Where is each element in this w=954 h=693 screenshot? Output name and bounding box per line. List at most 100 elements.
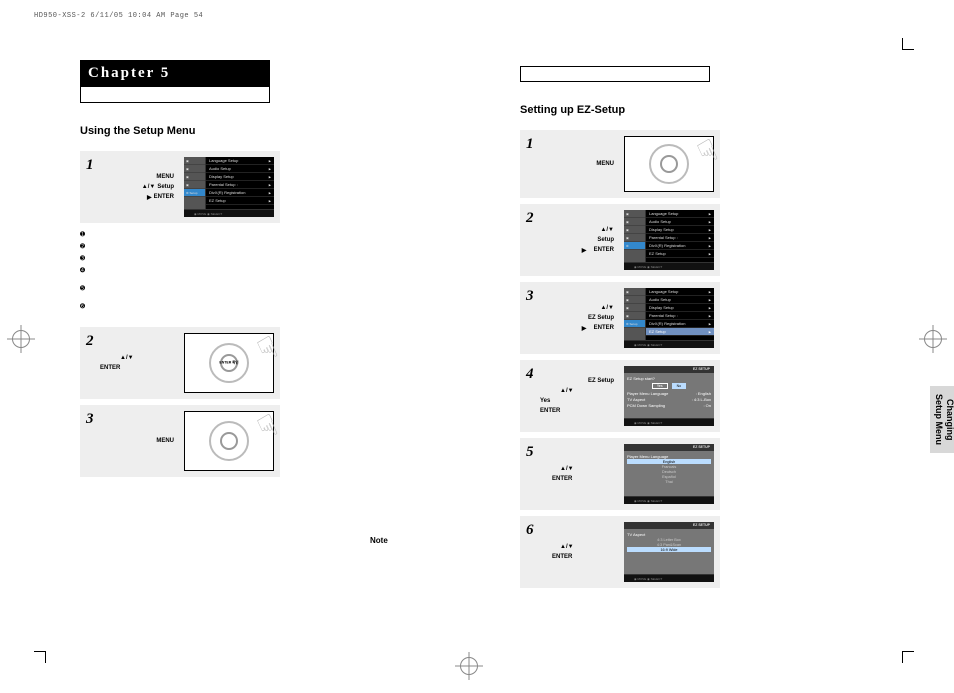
menu-footer: ◉ MOVE ◉ SELECT bbox=[624, 262, 714, 270]
hint: EZ Setup bbox=[540, 315, 620, 321]
side-tab: Changing Setup Menu bbox=[930, 386, 954, 453]
crop-mark bbox=[34, 651, 46, 663]
step-number: 2 bbox=[80, 327, 96, 399]
hint-arrows: ▲/▼ bbox=[100, 355, 180, 361]
panel-title: EZ SETUP bbox=[624, 444, 714, 451]
enter-button-icon: ENTER 확인 bbox=[219, 361, 238, 366]
hint: ▲/▼ bbox=[540, 466, 620, 472]
step-number: 1 bbox=[80, 151, 96, 223]
left-step-2: 2 ▲/▼ ENTER ☟ ENTER 확인 bbox=[80, 327, 280, 399]
hint: Yes bbox=[540, 398, 620, 404]
menu-screenshot: ▣ ▣ ▣ ▣ ⚙ Language Setup▶ Audio Setup▶ D… bbox=[624, 210, 714, 270]
step-number: 6 bbox=[520, 516, 536, 588]
menu-item: Display Setup▶ bbox=[646, 304, 714, 312]
menu-item: DivX(R) Registration▶ bbox=[646, 320, 714, 328]
hint: ▲/▼ bbox=[540, 305, 620, 311]
hint-menu: MENU bbox=[100, 438, 180, 444]
list-item: ➌ bbox=[80, 253, 480, 265]
left-step-1: 1 MENU ▲/▼ Setup ▶ ENTER ▣ ▣ ▣ bbox=[80, 151, 280, 223]
menu-item: DivX(R) Registration▶ bbox=[206, 189, 274, 197]
step-number: 3 bbox=[520, 282, 536, 354]
right-step-3: 3 ▲/▼ EZ Setup ▶ ENTER ▣ ▣ ▣ ▣ ⚙ Setup L bbox=[520, 282, 720, 354]
print-header: HD950-XSS-2 6/11/05 10:04 AM Page 54 bbox=[34, 12, 203, 20]
menu-item: Language Setup▶ bbox=[646, 210, 714, 218]
menu-footer: ◉ MOVE ◉ SELECT bbox=[624, 340, 714, 348]
crop-mark bbox=[902, 38, 914, 50]
menu-tab-icon: ▣ bbox=[624, 234, 645, 242]
hint: ▲/▼ bbox=[540, 544, 620, 550]
menu-tab-icon: ▣ bbox=[624, 312, 645, 320]
menu-item: DivX(R) Registration▶ bbox=[646, 242, 714, 250]
left-step-3: 3 MENU ☟ bbox=[80, 405, 280, 477]
right-step-4: 4 EZ Setup ▲/▼ Yes ENTER EZ SETUP EZ Set… bbox=[520, 360, 720, 432]
menu-item: Language Setup▶ bbox=[206, 157, 274, 165]
menu-screenshot: ▣ ▣ ▣ ▣ ⚙ Setup Language Setup▶ Audio Se… bbox=[624, 288, 714, 348]
panel-row: PCM Down Sampling: On bbox=[627, 403, 711, 408]
menu-item: Display Setup▶ bbox=[646, 226, 714, 234]
remote-diagram: ☟ bbox=[184, 411, 274, 471]
menu-tab-icon: ▣ bbox=[184, 181, 205, 189]
menu-item: Display Setup▶ bbox=[206, 173, 274, 181]
menu-item: Parental Setup :▶ bbox=[206, 181, 274, 189]
step-number: 1 bbox=[520, 130, 536, 198]
menu-tab-icon: ▣ bbox=[184, 165, 205, 173]
hint: EZ Setup bbox=[540, 378, 620, 384]
hint: ▲/▼ bbox=[540, 227, 620, 233]
right-column: Setting up EZ-Setup 1 MENU ☟ 2 ▲/▼ Setup… bbox=[520, 60, 920, 640]
step-number: 2 bbox=[520, 204, 536, 276]
menu-tab-icon: ▣ bbox=[624, 226, 645, 234]
crop-mark bbox=[902, 651, 914, 663]
hint-enter: ENTER bbox=[100, 365, 180, 371]
right-step-1: 1 MENU ☟ bbox=[520, 130, 720, 198]
menu-tab-setup-icon: ⚙ Setup bbox=[624, 320, 645, 328]
menu-item: EZ Setup▶ bbox=[206, 197, 274, 205]
registration-mark bbox=[924, 330, 942, 348]
menu-item: Language Setup▶ bbox=[646, 288, 714, 296]
bulleted-list: ➊ ➋ ➌ ➍ ➎ ➏ bbox=[80, 229, 480, 313]
arrows-icon: ▲/▼ bbox=[142, 184, 156, 190]
section-title-right: Setting up EZ-Setup bbox=[520, 104, 920, 116]
left-column: Chapter 5 Using the Setup Menu 1 MENU ▲/… bbox=[80, 60, 480, 640]
menu-item: Parental Setup :▶ bbox=[646, 234, 714, 242]
side-tab-line1: Changing bbox=[945, 399, 954, 441]
panel-row: Player Menu Language: English bbox=[627, 391, 711, 396]
hand-icon: ☟ bbox=[692, 133, 723, 172]
hint: ENTER bbox=[540, 554, 620, 560]
remote-diagram: ☟ ENTER 확인 bbox=[184, 333, 274, 393]
step-number: 4 bbox=[520, 360, 536, 432]
hint-enter: ▶ ENTER bbox=[100, 194, 180, 201]
menu-tab-setup-icon: ⚙ bbox=[624, 242, 645, 250]
list-item: ➊ bbox=[80, 229, 480, 241]
registration-mark bbox=[12, 330, 30, 348]
menu-tab-icon: ▣ bbox=[624, 210, 645, 218]
right-step-2: 2 ▲/▼ Setup ▶ ENTER ▣ ▣ ▣ ▣ ⚙ Language S bbox=[520, 204, 720, 276]
hand-icon: ☟ bbox=[252, 330, 283, 369]
hint-menu: MENU bbox=[100, 174, 180, 180]
yes-button: Yes bbox=[652, 383, 668, 389]
chapter-banner: Chapter 5 bbox=[80, 60, 270, 103]
list-item: ➏ bbox=[80, 301, 480, 313]
hint: ▶ ENTER bbox=[540, 247, 620, 254]
hint: Setup bbox=[540, 237, 620, 243]
menu-footer: ◉ MOVE ◉ SELECT bbox=[624, 496, 714, 504]
ez-setup-screenshot: EZ SETUP TV Aspect 4:3 Letter Box 4:3 Pa… bbox=[624, 522, 714, 582]
menu-item: Audio Setup▶ bbox=[646, 296, 714, 304]
hint: ▶ ENTER bbox=[540, 325, 620, 332]
hint-setup: ▲/▼ Setup bbox=[100, 184, 180, 190]
side-tab-line2: Setup Menu bbox=[934, 394, 944, 445]
no-button: No bbox=[672, 383, 686, 389]
hint: ▲/▼ bbox=[540, 388, 620, 394]
list-item: ➋ bbox=[80, 241, 480, 253]
hand-icon: ☟ bbox=[252, 408, 283, 447]
option: 16:9 Wide bbox=[627, 547, 711, 552]
menu-item: Audio Setup▶ bbox=[646, 218, 714, 226]
registration-mark bbox=[460, 657, 478, 675]
chapter-title: Chapter 5 bbox=[80, 60, 270, 87]
right-step-5: 5 ▲/▼ ENTER EZ SETUP Player Menu Languag… bbox=[520, 438, 720, 510]
list-item: ➍ bbox=[80, 265, 480, 277]
section-title-left: Using the Setup Menu bbox=[80, 125, 480, 137]
hint: ENTER bbox=[540, 476, 620, 482]
panel-title: EZ SETUP bbox=[624, 366, 714, 373]
ez-setup-screenshot: EZ SETUP EZ Setup start? Yes No Player M… bbox=[624, 366, 714, 426]
ez-setup-screenshot: EZ SETUP Player Menu Language English Fr… bbox=[624, 444, 714, 504]
